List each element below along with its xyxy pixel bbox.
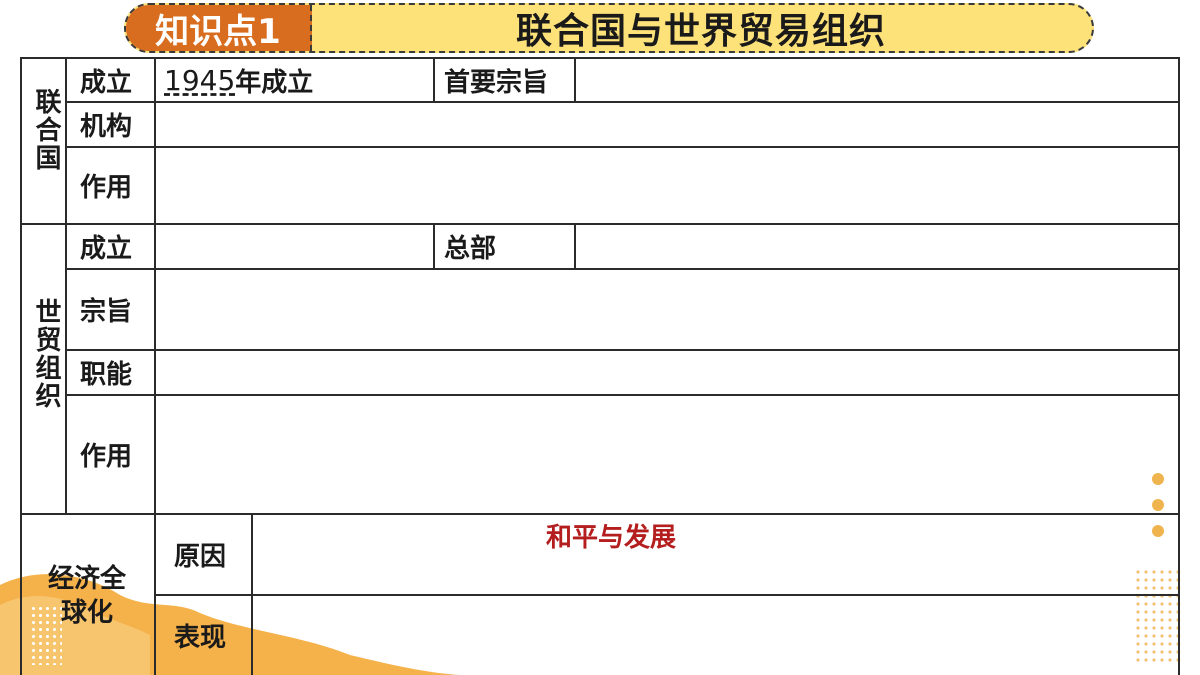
- un-organs-label: 机构: [80, 112, 133, 142]
- title-banner: 知识点1 联合国与世界贸易组织: [124, 3, 1094, 53]
- wto-functions-label: 职能: [80, 360, 133, 390]
- un-section-label: 联合国: [31, 88, 61, 172]
- knowledge-point-badge: 知识点1: [126, 5, 312, 51]
- un-established-year: 1945: [164, 63, 236, 97]
- globalization-reason-label: 原因: [174, 542, 227, 572]
- globalization-label-line1: 经济全: [47, 564, 126, 594]
- globalization-reason-answer: 和平与发展: [546, 522, 677, 553]
- wto-purpose-label: 宗旨: [80, 296, 133, 327]
- globalization-label-line2: 球化: [60, 598, 113, 628]
- decorative-dot: [1152, 499, 1164, 511]
- decorative-dot: [1152, 473, 1164, 485]
- wto-section-label: 世贸组织: [31, 298, 61, 410]
- globalization-manifestation-label: 表现: [174, 622, 227, 653]
- globalization-section-label: 经济全 球化: [22, 562, 152, 630]
- decorative-dot: [1152, 525, 1164, 537]
- un-purpose-label: 首要宗旨: [444, 67, 549, 98]
- page-title: 联合国与世界贸易组织: [515, 11, 886, 52]
- un-established-suffix: 年成立: [235, 67, 314, 98]
- decorative-dots-right: [1134, 568, 1180, 664]
- un-role-label: 作用: [80, 172, 133, 203]
- wto-role-label: 作用: [80, 441, 133, 472]
- wto-hq-label: 总部: [444, 234, 497, 264]
- un-established-answer: 1945 年成立: [164, 58, 313, 102]
- un-established-label: 成立: [80, 67, 133, 98]
- wto-established-label: 成立: [80, 234, 133, 264]
